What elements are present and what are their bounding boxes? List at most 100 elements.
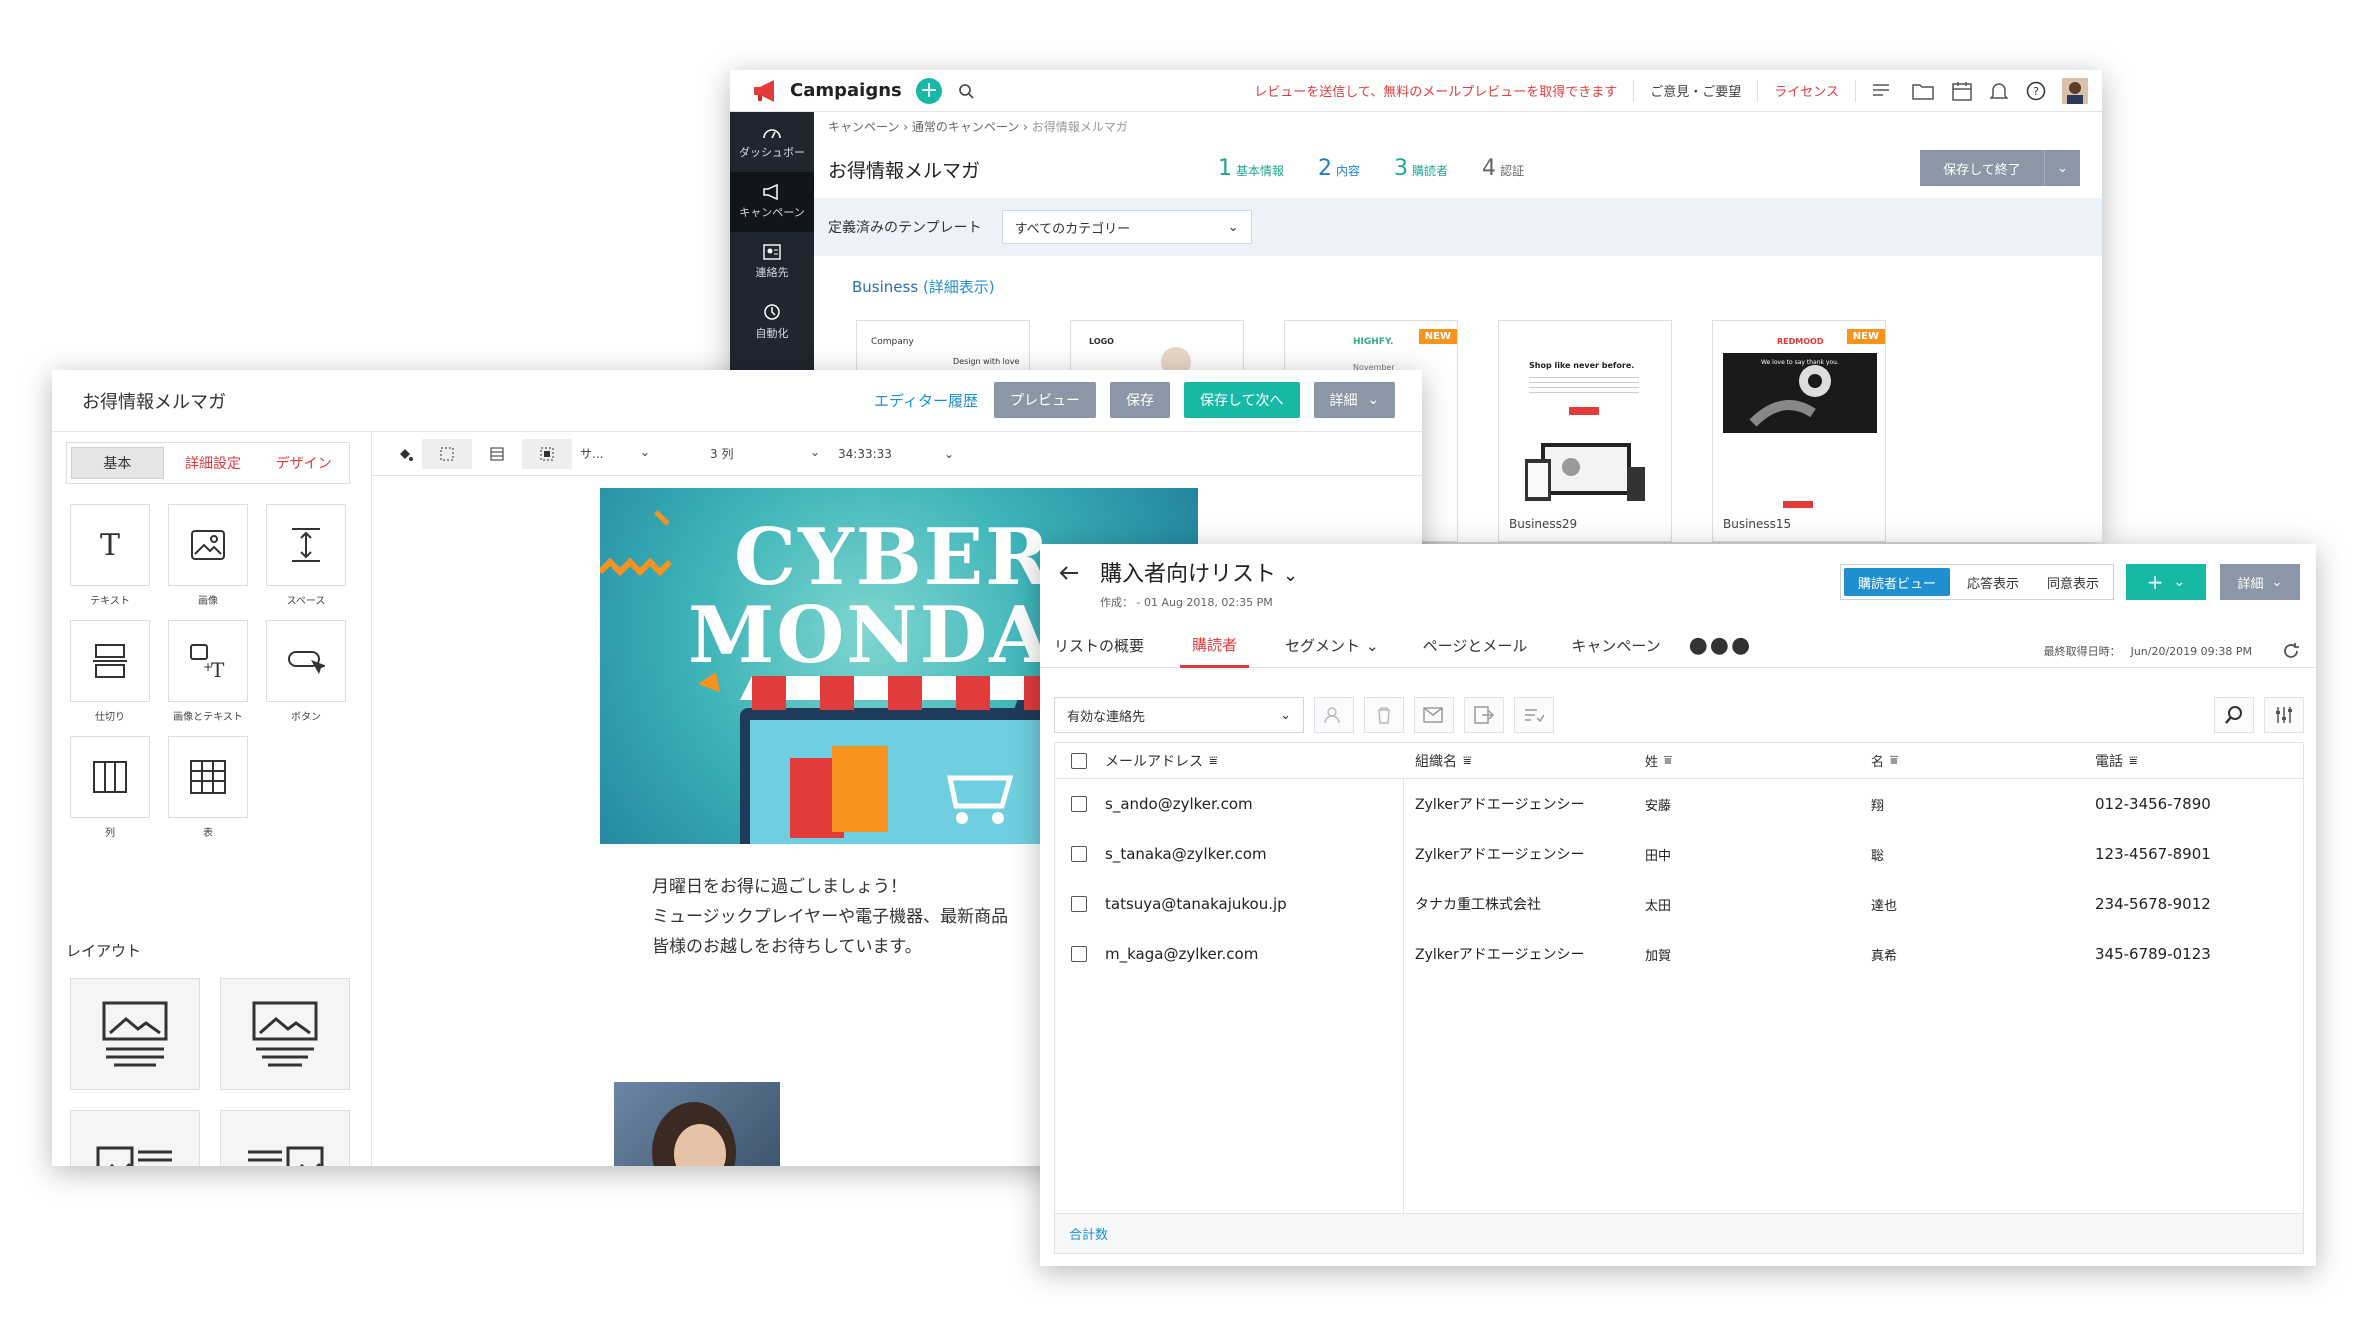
table-row[interactable]: s_tanaka@zylker.com Zylkerアドエージェンシー 田中 聡… bbox=[1055, 829, 2303, 879]
sort-list-icon[interactable] bbox=[1514, 697, 1554, 733]
block-columns[interactable] bbox=[70, 736, 150, 818]
table-row[interactable]: m_kaga@zylker.com Zylkerアドエージェンシー 加賀 真希 … bbox=[1055, 929, 2303, 979]
filter-icon[interactable]: ⩸ bbox=[1463, 753, 1472, 769]
view-subscribers[interactable]: 購読者ビュー bbox=[1844, 568, 1951, 596]
block-text[interactable]: T bbox=[70, 504, 150, 586]
row-email[interactable]: s_tanaka@zylker.com bbox=[1105, 845, 1267, 863]
breadcrumb-item[interactable]: 通常のキャンペーン bbox=[912, 120, 1019, 134]
calendar-icon[interactable] bbox=[1952, 81, 1972, 101]
fill-color-icon[interactable] bbox=[388, 446, 422, 462]
step-basic-info[interactable]: 1 基本情報 bbox=[1218, 156, 1284, 181]
col-org[interactable]: 組織名 ⩸ bbox=[1415, 751, 1645, 771]
filter-icon[interactable]: ⩸ bbox=[1209, 753, 1218, 769]
columns-select[interactable]: 3 列 ⌄ bbox=[710, 445, 820, 462]
tab-advanced[interactable]: 詳細設定 bbox=[168, 443, 259, 483]
table-row[interactable]: s_ando@zylker.com Zylkerアドエージェンシー 安藤 翔 0… bbox=[1055, 779, 2303, 829]
contact-filter-select[interactable]: 有効な連絡先 ⌄ bbox=[1054, 697, 1304, 733]
tab-design[interactable]: デザイン bbox=[258, 443, 349, 483]
tab-basic[interactable]: 基本 bbox=[71, 447, 164, 479]
col-email[interactable]: メールアドレス ⩸ bbox=[1055, 751, 1415, 771]
tab-segments[interactable]: セグメント ⌄ bbox=[1263, 624, 1401, 668]
list-title[interactable]: 購入者向けリスト ⌄ bbox=[1100, 556, 1298, 588]
delete-icon[interactable] bbox=[1364, 697, 1404, 733]
search-icon[interactable] bbox=[2214, 697, 2254, 733]
assign-user-icon[interactable] bbox=[1314, 697, 1354, 733]
block-button[interactable] bbox=[266, 620, 346, 702]
search-icon[interactable] bbox=[958, 83, 974, 99]
col-last-name[interactable]: 姓 ⩸ bbox=[1645, 751, 1871, 770]
save-and-exit-button[interactable]: 保存して終了 ⌄ bbox=[1920, 150, 2080, 186]
list-settings-icon[interactable] bbox=[1872, 82, 1894, 100]
tab-list-overview[interactable]: リストの概要 bbox=[1040, 624, 1166, 668]
body-text[interactable]: 月曜日をお得に過ごしましょう！ ミュージックプレイヤーや電子機器、最新商品 皆様… bbox=[652, 872, 1008, 962]
col-phone[interactable]: 電話 ⩸ bbox=[2095, 751, 2303, 771]
table-row[interactable]: tatsuya@tanakajukou.jp タナカ重工株式会社 太田 達也 2… bbox=[1055, 879, 2303, 929]
view-consent[interactable]: 同意表示 bbox=[2033, 565, 2113, 599]
tab-subscribers[interactable]: 購読者 bbox=[1180, 624, 1250, 668]
details-button[interactable]: 詳細 ⌄ bbox=[1313, 382, 1396, 418]
row-checkbox[interactable] bbox=[1071, 796, 1087, 812]
row-email[interactable]: m_kaga@zylker.com bbox=[1105, 945, 1258, 963]
template-card[interactable]: NEW REDMOOD We love to say thank you. Bu… bbox=[1712, 320, 1886, 542]
sidebar-item-campaigns[interactable]: キャンペーン bbox=[730, 172, 814, 232]
tab-pages-mail[interactable]: ページとメール bbox=[1401, 624, 1550, 668]
row-checkbox[interactable] bbox=[1071, 946, 1087, 962]
feedback-link[interactable]: ご意見・ご要望 bbox=[1650, 81, 1741, 100]
product-photo[interactable] bbox=[614, 1082, 780, 1166]
sidebar-item-contacts[interactable]: 連絡先 bbox=[730, 232, 814, 292]
breadcrumb-item[interactable]: キャンペーン bbox=[828, 120, 899, 134]
license-link[interactable]: ライセンス bbox=[1774, 81, 1839, 100]
select-all-checkbox[interactable] bbox=[1071, 752, 1087, 769]
total-count-link[interactable]: 合計数 bbox=[1069, 1224, 1108, 1243]
category-select[interactable]: すべてのカテゴリー ⌄ bbox=[1001, 210, 1252, 244]
editor-history-link[interactable]: エディター履歴 bbox=[874, 390, 978, 411]
filter-icon[interactable]: ⩸ bbox=[1664, 753, 1672, 768]
row-email[interactable]: tatsuya@tanakajukou.jp bbox=[1105, 895, 1287, 913]
section-more-link[interactable]: (詳細表示) bbox=[923, 278, 995, 296]
block-image-text[interactable]: T + bbox=[168, 620, 248, 702]
layout-image-right[interactable] bbox=[220, 1110, 350, 1166]
sidebar-item-automation[interactable]: 自動化 bbox=[730, 292, 814, 352]
grid-icon[interactable] bbox=[472, 447, 522, 461]
bell-icon[interactable] bbox=[1990, 81, 2008, 101]
border-icon[interactable] bbox=[422, 438, 472, 469]
filter-icon[interactable]: ⩸ bbox=[2129, 753, 2138, 769]
row-email[interactable]: s_ando@zylker.com bbox=[1105, 795, 1253, 813]
more-icon[interactable]: ●●● bbox=[1683, 624, 1759, 668]
save-button[interactable]: 保存 bbox=[1109, 382, 1170, 418]
add-button[interactable]: + ⌄ bbox=[2126, 564, 2206, 600]
sidebar-item-dashboard[interactable]: ダッシュボー bbox=[730, 112, 814, 172]
folder-icon[interactable] bbox=[1912, 82, 1934, 100]
col-first-name[interactable]: 名 ⩸ bbox=[1871, 751, 2095, 770]
create-plus-button[interactable]: + bbox=[916, 77, 942, 104]
template-card[interactable]: Shop like never before. Business29 bbox=[1498, 320, 1672, 542]
step-verify[interactable]: 4 認証 bbox=[1482, 156, 1524, 181]
email-icon[interactable] bbox=[1414, 697, 1454, 733]
filter-icon[interactable]: ⩸ bbox=[1890, 753, 1898, 768]
row-checkbox[interactable] bbox=[1071, 896, 1087, 912]
avatar[interactable] bbox=[2062, 77, 2088, 104]
details-button[interactable]: 詳細 ⌄ bbox=[2220, 564, 2300, 600]
block-image[interactable] bbox=[168, 504, 248, 586]
view-responses[interactable]: 応答表示 bbox=[1953, 565, 2033, 599]
select-icon[interactable] bbox=[522, 438, 572, 469]
block-space[interactable] bbox=[266, 504, 346, 586]
color-select[interactable]: 34:33:33 ⌄ bbox=[838, 447, 954, 461]
layout-image-text-centered[interactable] bbox=[220, 978, 350, 1090]
step-content[interactable]: 2 内容 bbox=[1318, 156, 1360, 181]
layout-image-text-stacked[interactable] bbox=[70, 978, 200, 1090]
tab-campaigns[interactable]: キャンペーン bbox=[1549, 624, 1682, 668]
help-icon[interactable]: ? bbox=[2026, 81, 2046, 101]
block-divider[interactable] bbox=[70, 620, 150, 702]
column-settings-icon[interactable] bbox=[2264, 697, 2304, 733]
refresh-icon[interactable] bbox=[2282, 642, 2300, 660]
font-select[interactable]: サ... ⌄ bbox=[580, 445, 650, 462]
block-table[interactable] bbox=[168, 736, 248, 818]
layout-image-left[interactable] bbox=[70, 1110, 200, 1166]
back-arrow-icon[interactable] bbox=[1058, 564, 1080, 582]
chevron-down-icon[interactable]: ⌄ bbox=[2044, 150, 2080, 186]
preview-button[interactable]: プレビュー bbox=[993, 382, 1096, 418]
row-checkbox[interactable] bbox=[1071, 846, 1087, 862]
export-icon[interactable] bbox=[1464, 697, 1504, 733]
step-subscribers[interactable]: 3 購読者 bbox=[1394, 156, 1448, 181]
